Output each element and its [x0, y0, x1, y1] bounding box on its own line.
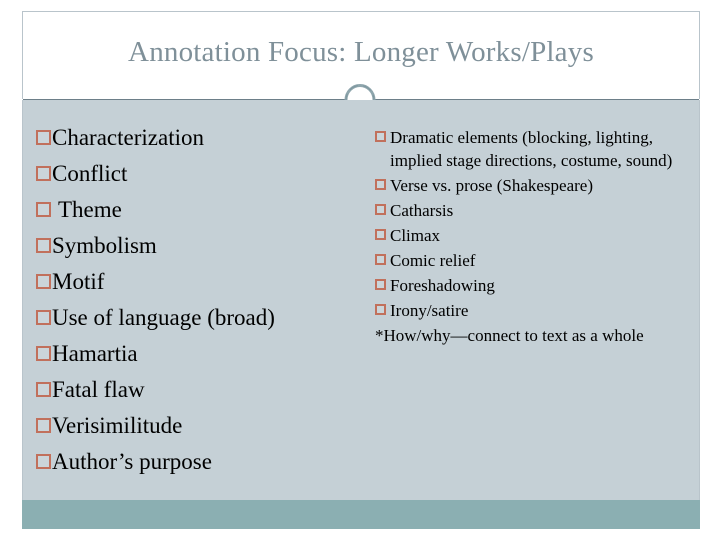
bullet-square-icon: [36, 382, 51, 397]
bullet-square-icon: [375, 279, 386, 290]
list-item-label: Comic relief: [390, 251, 476, 270]
list-item: Author’s purpose: [36, 444, 366, 480]
bullet-square-icon: [36, 454, 51, 469]
bullet-square-icon: [375, 131, 386, 142]
bullet-square-icon: [36, 346, 51, 361]
bullet-square-icon: [36, 238, 51, 253]
bullet-square-icon: [375, 204, 386, 215]
bullet-square-icon: [36, 418, 51, 433]
list-item: Comic relief: [375, 249, 703, 272]
list-item-label: Foreshadowing: [390, 276, 495, 295]
list-item: Dramatic elements (blocking, lighting, i…: [375, 126, 703, 172]
bullet-square-icon: [36, 274, 51, 289]
list-item: Symbolism: [36, 228, 366, 264]
list-item: Use of language (broad): [36, 300, 366, 336]
list-item-label: Theme: [58, 197, 122, 222]
list-item: Conflict: [36, 156, 366, 192]
bullet-square-icon: [375, 304, 386, 315]
list-item-label: Climax: [390, 226, 441, 245]
list-item-label: Fatal flaw: [52, 377, 145, 402]
bullet-square-icon: [375, 179, 386, 190]
page-title: Annotation Focus: Longer Works/Plays: [128, 36, 594, 68]
list-item: Verse vs. prose (Shakespeare): [375, 174, 703, 197]
list-item-label: Dramatic elements (blocking, lighting, i…: [390, 128, 673, 170]
list-item-label: Conflict: [52, 161, 128, 186]
list-item-label: Motif: [52, 269, 105, 294]
bullet-square-icon: [36, 310, 51, 325]
list-item-label: Characterization: [52, 125, 204, 150]
list-item-label: Verisimilitude: [52, 413, 183, 438]
bullet-square-icon: [375, 229, 386, 240]
list-item-label: Verse vs. prose (Shakespeare): [390, 176, 593, 195]
list-item: Motif: [36, 264, 366, 300]
bullet-square-icon: [375, 254, 386, 265]
list-item: Theme: [36, 192, 366, 228]
list-item-label: Use of language (broad): [52, 305, 275, 330]
list-item-label: Symbolism: [52, 233, 157, 258]
bullet-square-icon: [36, 130, 51, 145]
list-item: Characterization: [36, 120, 366, 156]
footer-bar: [22, 500, 700, 529]
list-item: Hamartia: [36, 336, 366, 372]
list-item-label: Catharsis: [390, 201, 454, 220]
list-item: Foreshadowing: [375, 274, 703, 297]
list-item: Catharsis: [375, 199, 703, 222]
list-item-label: Author’s purpose: [52, 449, 212, 474]
list-item: Fatal flaw: [36, 372, 366, 408]
left-bullet-list: Characterization Conflict Theme Symbolis…: [36, 120, 366, 480]
bullet-square-icon: [36, 166, 51, 181]
list-item: Climax: [375, 224, 703, 247]
list-item: Irony/satire: [375, 299, 703, 322]
list-item-label: Irony/satire: [390, 301, 469, 320]
right-bullet-list: Dramatic elements (blocking, lighting, i…: [375, 126, 703, 347]
slide: Annotation Focus: Longer Works/Plays Cha…: [0, 0, 720, 540]
closing-note: *How/why—connect to text as a whole: [375, 326, 644, 345]
list-item-label: Hamartia: [52, 341, 138, 366]
bullet-square-icon: [36, 202, 51, 217]
list-item: Verisimilitude: [36, 408, 366, 444]
